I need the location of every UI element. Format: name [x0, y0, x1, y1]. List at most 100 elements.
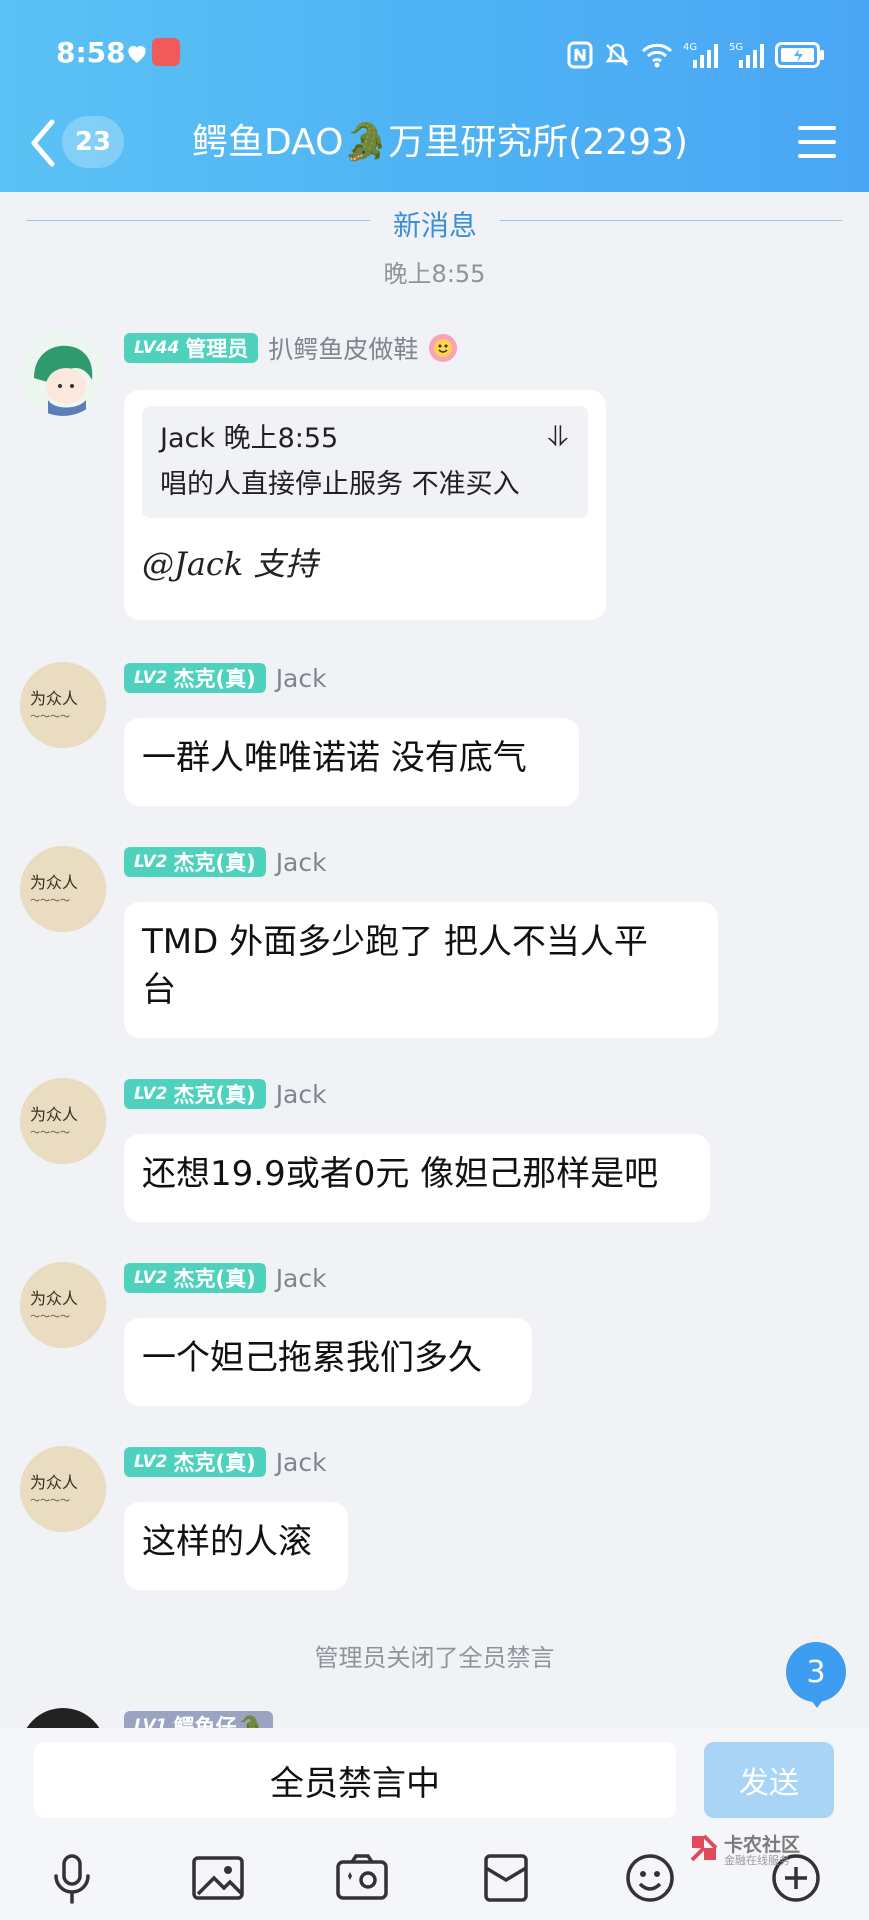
new-messages-divider: 新消息 [0, 200, 869, 242]
message-bubble[interactable]: 还想19.9或者0元 像妲己那样是吧 [124, 1134, 710, 1222]
quote-text: 唱的人直接停止服务 不准买入 [160, 469, 520, 500]
status-time: 8:58 [56, 36, 126, 69]
unread-jump-bubble[interactable]: 3 [786, 1642, 846, 1702]
pin-icon: ⥥ [547, 420, 568, 453]
svg-text:5G: 5G [729, 42, 743, 53]
level-text: LV2 [134, 668, 168, 688]
nfc-icon [567, 41, 593, 69]
sender-nickname[interactable]: Jack [276, 1264, 327, 1293]
level-text: LV1 [134, 1716, 168, 1728]
message-sender: LV2 杰克(真) Jack [124, 1078, 327, 1110]
level-text: LV2 [134, 852, 168, 872]
quoted-message[interactable]: Jack 晚上8:55 ⥥ 唱的人直接停止服务 不准买入 [142, 406, 588, 518]
svg-text:为众人: 为众人 [30, 689, 78, 708]
calligraphy-avatar-image: 为众人 ～～～～ [20, 1262, 106, 1348]
role-text: 管理员 [185, 337, 249, 361]
title-bar: 23 鳄鱼DAO🐊万里研究所(2293) [0, 104, 869, 192]
send-button[interactable]: 发送 [704, 1742, 834, 1818]
avatar[interactable] [20, 330, 106, 416]
sender-nickname[interactable]: Jack [276, 664, 327, 693]
avatar[interactable]: 为众人 ～～～～ [20, 1262, 106, 1348]
menu-icon[interactable] [798, 122, 836, 162]
message-bubble-reply[interactable]: Jack 晚上8:55 ⥥ 唱的人直接停止服务 不准买入 @Jack 支持 [124, 390, 606, 620]
level-badge: LV2 杰克(真) [124, 1263, 266, 1293]
sender-nickname[interactable]: Jack [276, 848, 327, 877]
heart-icon [128, 45, 146, 63]
avatar[interactable]: 为众人 ～～～～ [20, 846, 106, 932]
microphone-icon[interactable] [44, 1850, 100, 1906]
group-title[interactable]: 鳄鱼DAO🐊万里研究所(2293) [150, 114, 730, 172]
svg-text:为众人: 为众人 [30, 1105, 78, 1124]
svg-text:4G: 4G [683, 42, 697, 53]
svg-text:～～～～: ～～～～ [30, 1496, 70, 1507]
app-notification-icon [152, 38, 180, 66]
red-packet-icon[interactable] [478, 1850, 534, 1906]
image-icon[interactable] [190, 1850, 246, 1906]
status-icons: 4G 5G [567, 38, 825, 72]
avatar[interactable]: 为众人 ～～～～ [20, 1446, 106, 1532]
message-sender: LV1 鳄鱼仔🐊 [124, 1710, 273, 1728]
quote-header: Jack 晚上8:55 [160, 423, 339, 454]
unread-count-badge[interactable]: 23 [62, 116, 124, 168]
sender-nickname[interactable]: Jack [276, 1080, 327, 1109]
watermark-tagline: 金融在线服务 [724, 1854, 790, 1867]
message-sender: LV2 杰克(真) Jack [124, 1446, 327, 1478]
role-text: 杰克(真) [173, 1083, 256, 1107]
camera-icon[interactable] [334, 1850, 390, 1906]
level-badge: LV2 杰克(真) [124, 663, 266, 693]
signal-4g-icon: 4G [683, 42, 718, 68]
message-bubble[interactable]: TMD 外面多少跑了 把人不当人平 台 [124, 902, 718, 1038]
message-text-line1: TMD 外面多少跑了 把人不当人平 [142, 922, 648, 962]
status-bar: 8:58 4G 5G [0, 0, 869, 104]
avatar[interactable]: 为众人 ～～～～ [20, 662, 106, 748]
mute-icon [605, 43, 629, 66]
avatar[interactable] [20, 1708, 106, 1728]
level-badge: LV2 杰克(真) [124, 847, 266, 877]
back-chevron-icon[interactable] [28, 118, 56, 168]
svg-text:～～～～: ～～～～ [30, 1128, 70, 1139]
svg-text:～～～～: ～～～～ [30, 712, 70, 723]
message-text-line2: 台 [142, 970, 176, 1010]
svg-text:为众人: 为众人 [30, 873, 78, 892]
flower-emoji-icon [429, 334, 458, 362]
message-sender: LV2 杰克(真) Jack [124, 662, 327, 694]
emoji-icon[interactable] [622, 1850, 678, 1906]
message-bubble[interactable]: 一个妲己拖累我们多久 [124, 1318, 532, 1406]
calligraphy-avatar-image: 为众人 ～～～～ [20, 1078, 106, 1164]
message-bubble[interactable]: 一群人唯唯诺诺 没有底气 [124, 718, 579, 806]
sender-nickname[interactable]: Jack [276, 1448, 327, 1477]
wifi-icon [641, 43, 673, 68]
chat-area[interactable]: 新消息 晚上8:55 LV44 管理员 扒鳄鱼皮做鞋 Jack 晚上8:55 ⥥ … [0, 192, 869, 1728]
level-badge: LV1 鳄鱼仔🐊 [124, 1711, 273, 1728]
signal-5g-icon: 5G [729, 42, 764, 68]
role-text: 杰克(真) [173, 851, 256, 875]
svg-text:为众人: 为众人 [30, 1289, 78, 1308]
divider-line-left [26, 220, 370, 221]
reply-text: @Jack 支持 [142, 545, 318, 583]
message-sender: LV2 杰克(真) Jack [124, 846, 327, 878]
level-text: LV2 [134, 1084, 168, 1104]
muted-input-field: 全员禁言中 [34, 1742, 676, 1818]
calligraphy-avatar-image: 为众人 ～～～～ [20, 662, 106, 748]
sender-nickname[interactable]: 扒鳄鱼皮做鞋 [268, 330, 418, 366]
role-text: 杰克(真) [173, 667, 256, 691]
unread-bubble-tail [808, 1696, 826, 1708]
message-sender: LV2 杰克(真) Jack [124, 1262, 327, 1294]
message-sender: LV44 管理员 扒鳄鱼皮做鞋 [124, 332, 458, 364]
svg-text:～～～～: ～～～～ [30, 896, 70, 907]
calligraphy-avatar-image: 为众人 ～～～～ [20, 1446, 106, 1532]
level-badge: LV2 杰克(真) [124, 1447, 266, 1477]
anime-avatar-image [20, 330, 106, 416]
header: 8:58 4G 5G 23 鳄鱼DAO🐊万里研究所(2293) [0, 0, 869, 192]
level-text: LV44 [134, 338, 180, 358]
level-text: LV2 [134, 1268, 168, 1288]
role-text: 鳄鱼仔🐊 [173, 1715, 263, 1728]
level-text: LV2 [134, 1452, 168, 1472]
battery-icon [775, 42, 824, 68]
message-bubble[interactable]: 这样的人滚 [124, 1502, 348, 1590]
new-messages-label: 新消息 [392, 209, 477, 242]
role-text: 杰克(真) [173, 1267, 256, 1291]
role-text: 杰克(真) [173, 1451, 256, 1475]
system-message: 管理员关闭了全员禁言 [314, 1644, 555, 1672]
avatar[interactable]: 为众人 ～～～～ [20, 1078, 106, 1164]
